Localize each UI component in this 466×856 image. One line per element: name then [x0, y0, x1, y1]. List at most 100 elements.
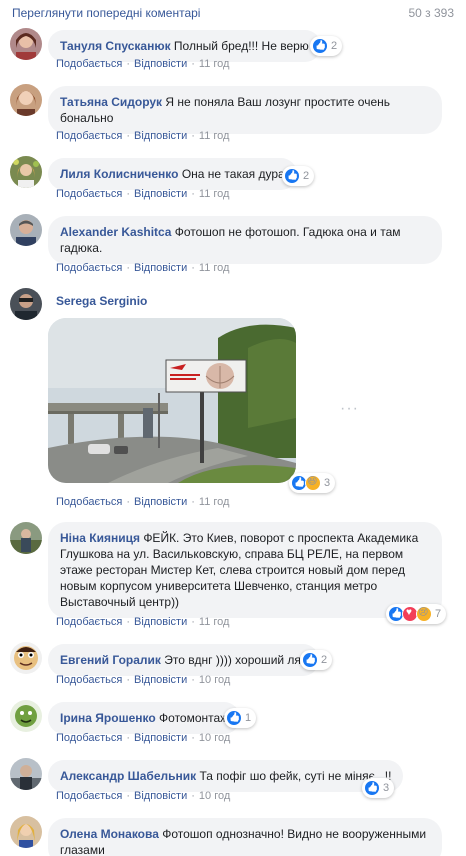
avatar[interactable] [10, 522, 42, 554]
avatar[interactable] [10, 816, 42, 848]
comment-actions: Подобається · Відповісти · 11 год [56, 188, 230, 200]
reply-button[interactable]: Відповісти [134, 496, 187, 508]
billboard-text-line [170, 374, 200, 376]
comment-time[interactable]: 11 год [199, 496, 230, 508]
comment-author[interactable]: Лиля Колисниченко [60, 167, 178, 181]
like-button[interactable]: Подобається [56, 790, 122, 802]
comment-text: Фотошоп не фотошоп. Гадюка она и там [174, 225, 401, 239]
reaction-count: 2 [321, 654, 328, 666]
avatar[interactable] [10, 700, 42, 732]
comment-author[interactable]: Ніна Кияниця [60, 531, 140, 545]
comment-text: Я не поняла Ваш лозунг простите очень [165, 95, 390, 109]
like-button[interactable]: Подобається [56, 616, 122, 628]
comment-actions: Подобається · Відповісти · 11 год [56, 58, 230, 70]
comment-text: Та пофіг шо фейк, суті не міняє...!! [199, 769, 392, 783]
avatar[interactable] [10, 28, 42, 60]
comment-bubble: Ірина Ярошенко Фотомонтаж [48, 702, 241, 734]
reaction-count: 1 [245, 712, 252, 724]
reaction-count: 2 [331, 40, 338, 52]
avatar[interactable] [10, 642, 42, 674]
comment-time[interactable]: 11 год [199, 130, 230, 142]
comment-text: ФЕЙК. Это Киев, поворот с проспекта Акад… [143, 531, 419, 545]
like-button[interactable]: Подобається [56, 262, 122, 274]
comment-author[interactable]: Alexander Kashitca [60, 225, 171, 239]
view-previous-comments-link[interactable]: Переглянути попередні коментарі [12, 6, 200, 20]
comment-text: Фотомонтаж [159, 711, 229, 725]
comment-bubble: Ніна Кияниця ФЕЙК. Это Киев, поворот с п… [48, 522, 442, 618]
avatar[interactable] [10, 84, 42, 116]
comment-bubble: Лиля Колисниченко Она не такая дура [48, 158, 297, 190]
like-reaction-icon [312, 38, 328, 54]
reactions-badge[interactable]: 2 [300, 650, 333, 670]
comment-author[interactable]: Тануля Спусканюк [60, 39, 171, 53]
reaction-count: 2 [303, 170, 310, 182]
comment-time[interactable]: 10 год [199, 674, 230, 686]
comment-text-line: бонально [60, 111, 114, 125]
comment-time[interactable]: 11 год [199, 262, 230, 274]
comment-bubble: Татьяна Сидорук Я не поняла Ваш лозунг п… [48, 86, 442, 134]
reaction-count: 7 [435, 608, 442, 620]
like-button[interactable]: Подобається [56, 732, 122, 744]
reply-button[interactable]: Відповісти [134, 58, 187, 70]
like-reaction-icon [364, 780, 380, 796]
reply-button[interactable]: Відповісти [134, 130, 187, 142]
reply-button[interactable]: Відповісти [134, 732, 187, 744]
reactions-badge[interactable]: 3 [289, 473, 336, 493]
comment-text-line: Выставочный центр)) [60, 595, 180, 609]
billboard-text-line [170, 378, 196, 380]
comment-time[interactable]: 10 год [199, 732, 230, 744]
comment-text: Это вднг )))) хороший ляп [164, 653, 308, 667]
avatar[interactable] [10, 156, 42, 188]
reactions-badge[interactable]: 2 [310, 36, 343, 56]
comment-time[interactable]: 11 год [199, 58, 230, 70]
comment-bubble: Олена Монакова Фотошоп однозначно! Видно… [48, 818, 442, 856]
comment-author[interactable]: Serega Serginio [56, 294, 147, 308]
reactions-badge[interactable]: 1 [224, 708, 257, 728]
like-reaction-icon [226, 710, 242, 726]
comment-text: Фотошоп однозначно! Видно не вооруженным… [162, 827, 427, 841]
comment-actions: Подобається · Відповісти · 11 год [56, 496, 230, 508]
comment-author[interactable]: Олена Монакова [60, 827, 159, 841]
sad-reaction-icon [416, 606, 432, 622]
comment-author[interactable]: Татьяна Сидорук [60, 95, 162, 109]
comment-author[interactable]: Ірина Ярошенко [60, 711, 156, 725]
reaction-count: 3 [324, 477, 331, 489]
reply-button[interactable]: Відповісти [134, 262, 187, 274]
reply-button[interactable]: Відповісти [134, 674, 187, 686]
avatar[interactable] [10, 288, 42, 320]
reaction-count: 3 [383, 782, 390, 794]
like-button[interactable]: Подобається [56, 188, 122, 200]
comment-time[interactable]: 10 год [199, 790, 230, 802]
comment-bubble: Alexander Kashitca Фотошоп не фотошоп. Г… [48, 216, 442, 264]
comment-text-line: Глушкова на ул. Васильковскую, справа БЦ… [60, 547, 404, 561]
comment-text-line: новым корпусом университета Шевченко, ст… [60, 579, 378, 593]
more-options-icon[interactable]: ··· [340, 400, 359, 418]
comment-text-line: глазами [60, 843, 105, 856]
reply-button[interactable]: Відповісти [134, 616, 187, 628]
like-reaction-icon [302, 652, 318, 668]
comment-time[interactable]: 11 год [199, 188, 230, 200]
comment-author[interactable]: Евгений Горалик [60, 653, 161, 667]
avatar[interactable] [10, 758, 42, 790]
haha-reaction-icon [305, 475, 321, 491]
comment-text: Она не такая дура [181, 167, 285, 181]
reactions-badge[interactable]: 7 [386, 604, 447, 624]
like-button[interactable]: Подобається [56, 130, 122, 142]
like-reaction-icon [284, 168, 300, 184]
like-button[interactable]: Подобається [56, 674, 122, 686]
like-button[interactable]: Подобається [56, 496, 122, 508]
reactions-badge[interactable]: 3 [362, 778, 395, 798]
comment-actions: Подобається · Відповісти · 11 год [56, 262, 230, 274]
comment-bubble: Александр Шабельник Та пофіг шо фейк, су… [48, 760, 404, 792]
comment-text-line: гадюка. [60, 241, 103, 255]
comment-photo[interactable] [48, 318, 296, 483]
comment-time[interactable]: 11 год [199, 616, 230, 628]
reactions-badge[interactable]: 2 [282, 166, 315, 186]
reply-button[interactable]: Відповісти [134, 790, 187, 802]
comment-author[interactable]: Александр Шабельник [60, 769, 196, 783]
reply-button[interactable]: Відповісти [134, 188, 187, 200]
like-button[interactable]: Подобається [56, 58, 122, 70]
comment-text: Полный бред!!! Не верю [173, 39, 309, 53]
comment-header: Serega Serginio [56, 294, 147, 308]
avatar[interactable] [10, 214, 42, 246]
